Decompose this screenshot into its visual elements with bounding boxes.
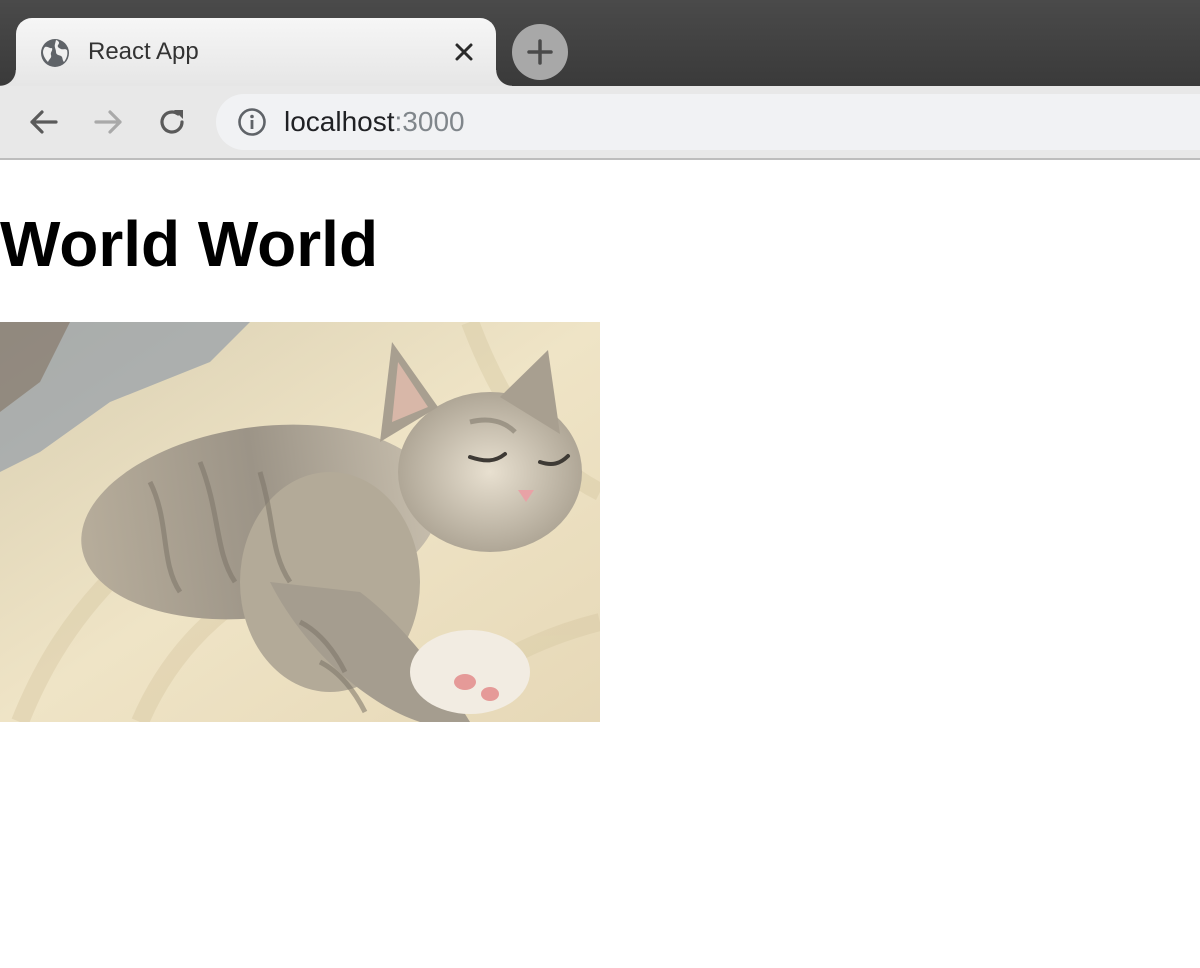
tab-react-app[interactable]: React App	[0, 18, 512, 86]
page-heading: World World	[0, 208, 379, 280]
kitten-image	[0, 322, 600, 722]
page-content: World World	[0, 160, 1200, 968]
arrow-left-icon[interactable]	[26, 104, 62, 140]
url-text[interactable]: localhost:3000	[284, 106, 465, 138]
close-icon[interactable]	[452, 40, 476, 64]
url-port: :3000	[394, 106, 465, 137]
tab-title: React App	[88, 38, 199, 65]
url-host: localhost	[284, 106, 395, 137]
arrow-right-icon[interactable]	[90, 104, 126, 140]
tab-strip: React App	[0, 0, 1200, 86]
address-bar[interactable]: localhost:3000	[216, 94, 1200, 150]
globe-icon	[41, 39, 69, 67]
reload-icon[interactable]	[154, 104, 190, 140]
browser-toolbar: localhost:3000	[0, 86, 1200, 160]
plus-icon	[527, 39, 553, 65]
info-icon[interactable]	[236, 106, 268, 138]
new-tab-button[interactable]	[512, 24, 568, 80]
